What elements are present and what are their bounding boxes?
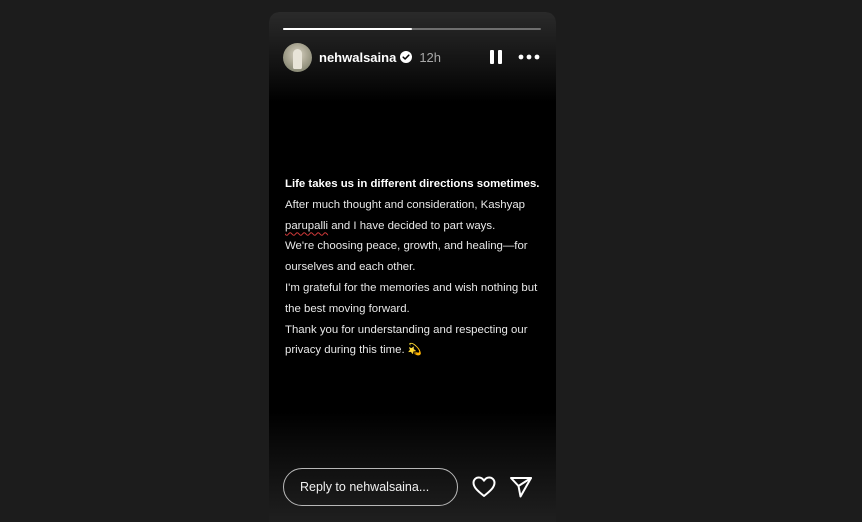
header-actions: [485, 46, 541, 68]
caption-line: After much thought and consideration, Ka…: [285, 198, 525, 211]
more-options-icon[interactable]: [517, 46, 541, 68]
story-header: nehwalsaina 12h: [283, 41, 541, 73]
caption-lead: Life takes us in different directions so…: [285, 178, 540, 190]
caption-line: Thank you for understanding and respecti…: [285, 323, 528, 357]
post-time: 12h: [419, 49, 442, 65]
caption-line: We're choosing peace, growth, and healin…: [285, 240, 528, 274]
story-caption: Life takes us in different directions so…: [285, 174, 553, 361]
story-viewer[interactable]: nehwalsaina 12h Life takes us in differe…: [269, 12, 556, 522]
send-icon[interactable]: [508, 474, 534, 500]
pause-icon[interactable]: [485, 46, 507, 68]
reply-input[interactable]: [283, 467, 458, 506]
story-progress-fill: [283, 28, 412, 30]
avatar-figure: [293, 48, 302, 69]
misspelled-name: parupalli: [285, 219, 329, 232]
heart-icon[interactable]: [471, 474, 497, 500]
verified-badge-icon: [400, 51, 413, 63]
username[interactable]: nehwalsaina: [319, 50, 396, 65]
avatar[interactable]: [283, 42, 312, 72]
story-progress-bar: [283, 28, 541, 30]
caption-line: parupalli and I have decided to part way…: [285, 216, 553, 237]
caption-line: I'm grateful for the memories and wish n…: [285, 281, 538, 315]
caption-line-text: and I have decided to part ways.: [328, 219, 496, 232]
story-footer: [283, 466, 545, 507]
